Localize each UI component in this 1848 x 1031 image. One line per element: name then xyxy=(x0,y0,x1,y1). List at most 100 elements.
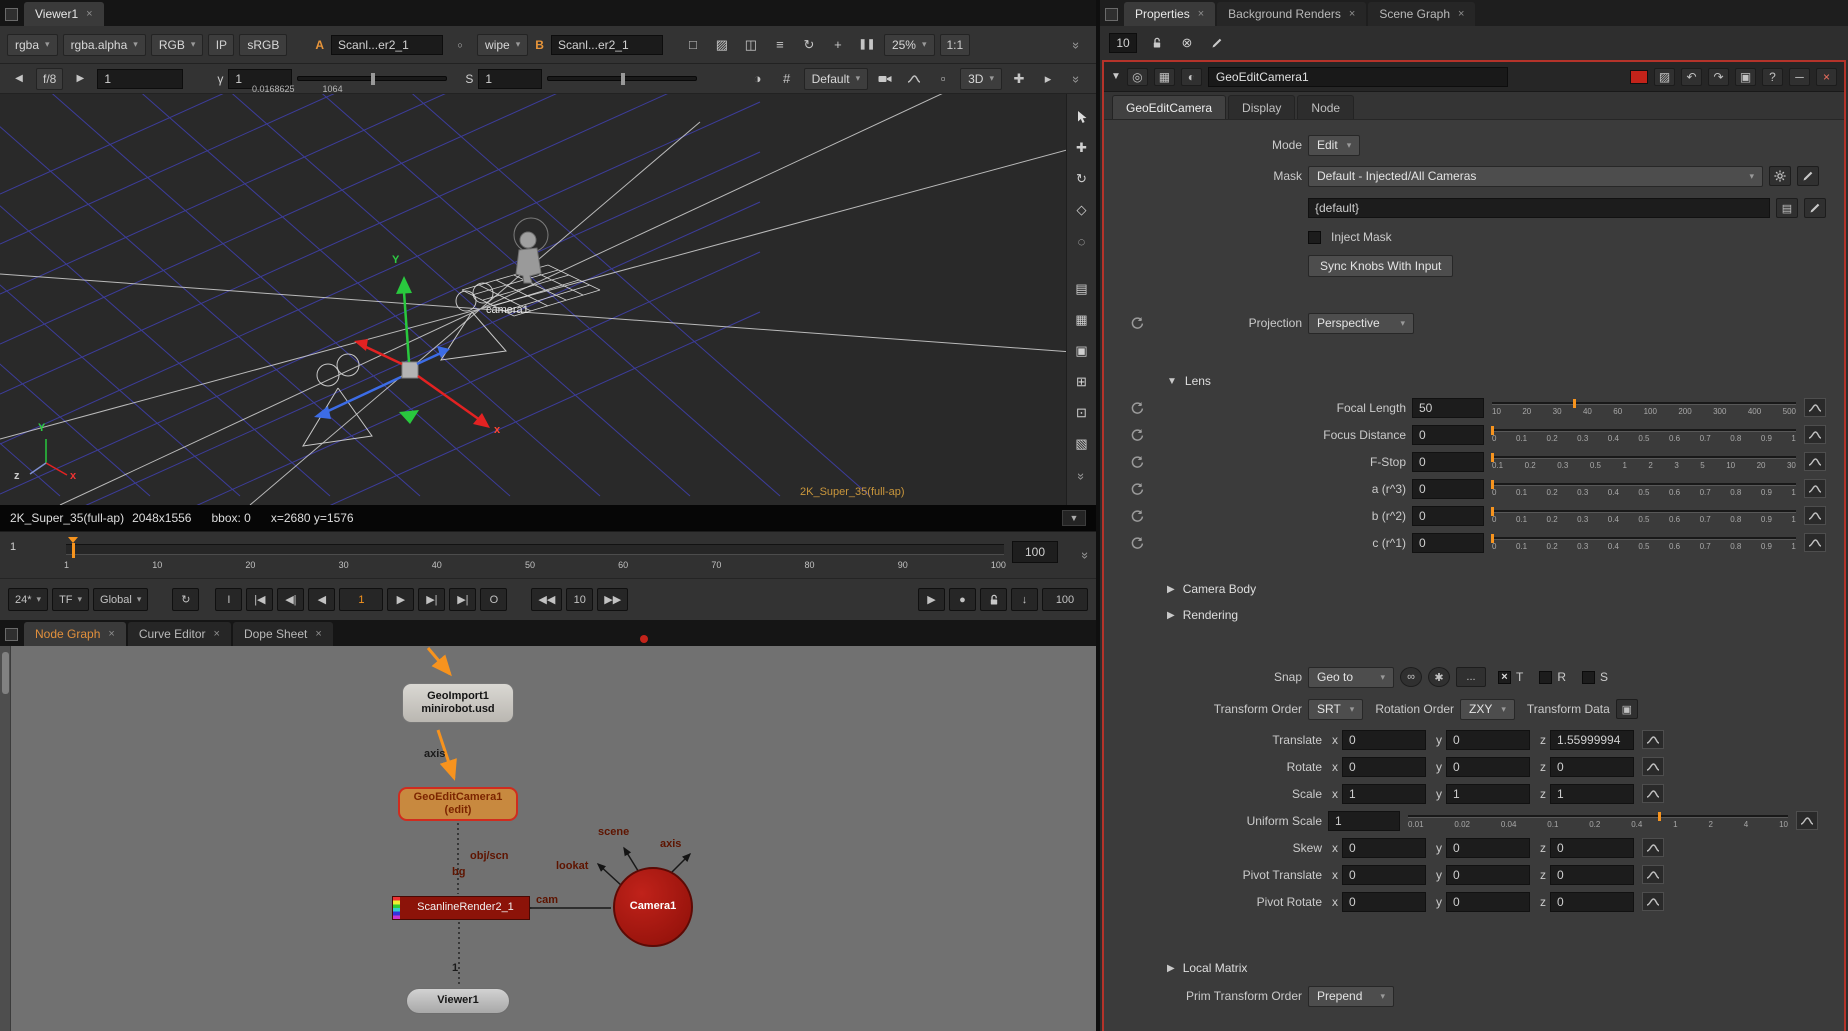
skew-z-field[interactable]: 0 xyxy=(1550,838,1634,858)
transform-order-dropdown[interactable]: SRT▾ xyxy=(1308,699,1363,720)
pivot-translate-z-field[interactable]: 0 xyxy=(1550,865,1634,885)
skew-x-field[interactable]: 0 xyxy=(1342,838,1426,858)
animation-menu-icon[interactable] xyxy=(1130,401,1144,415)
translate-z-field[interactable]: 1.55999994 xyxy=(1550,730,1634,750)
transform-data-icon[interactable]: ▣ xyxy=(1616,699,1638,719)
edit-node-icon[interactable] xyxy=(1207,33,1227,53)
curve-button[interactable] xyxy=(1642,838,1664,857)
wave-icon[interactable] xyxy=(902,68,926,90)
lighting-mode-icon[interactable]: ⊞ xyxy=(1071,371,1093,393)
channel-color-icon[interactable]: ▨ xyxy=(1654,68,1675,86)
download-frames-button[interactable]: ↓ xyxy=(1011,588,1038,611)
inject-mask-checkbox[interactable] xyxy=(1308,231,1321,244)
playhead[interactable] xyxy=(72,543,75,558)
curve-button[interactable] xyxy=(1804,425,1826,444)
shading-mode-icon[interactable]: ▦ xyxy=(1071,309,1093,331)
mask-dropdown[interactable]: Default - Injected/All Cameras▾ xyxy=(1308,166,1763,187)
tab-viewer1[interactable]: Viewer1 × xyxy=(24,2,104,26)
gain-next-icon[interactable]: ▶ xyxy=(68,68,92,90)
b-r2-slider[interactable]: 00.10.20.30.40.50.60.70.80.91 xyxy=(1492,505,1796,527)
input-b-field[interactable]: Scanl...er2_1 xyxy=(551,35,663,55)
close-icon[interactable]: × xyxy=(1198,8,1204,20)
close-icon[interactable]: × xyxy=(1458,8,1464,20)
c-r1-slider[interactable]: 00.10.20.30.40.50.60.70.80.91 xyxy=(1492,532,1796,554)
tab-node-graph[interactable]: Node Graph× xyxy=(24,622,126,646)
alpha-dropdown[interactable]: rgba.alpha▾ xyxy=(63,34,146,56)
snap-more-button[interactable]: ... xyxy=(1456,667,1486,687)
saturation-field[interactable]: 1 xyxy=(478,69,542,89)
uniform-scale-field[interactable]: 1 xyxy=(1328,811,1400,831)
curve-button[interactable] xyxy=(1642,757,1664,776)
tab-dope-sheet[interactable]: Dope Sheet× xyxy=(233,622,333,646)
geo-match-icon[interactable]: ∞ xyxy=(1400,667,1422,687)
tab-background-renders[interactable]: Background Renders× xyxy=(1217,2,1366,26)
channels-dropdown[interactable]: rgba▾ xyxy=(7,34,58,56)
tab-curve-editor[interactable]: Curve Editor× xyxy=(128,622,231,646)
animation-menu-icon[interactable] xyxy=(1130,316,1144,330)
range-dropdown[interactable]: Global▾ xyxy=(93,588,148,611)
fstop-button[interactable]: f/8 xyxy=(36,68,63,90)
viewer-3d-viewport[interactable]: Y x Y x z camera1 2K_Super_35(full-ap) ✚… xyxy=(0,94,1096,505)
select-tool-icon[interactable] xyxy=(1071,106,1093,128)
focus-distance-field[interactable]: 0 xyxy=(1412,425,1484,445)
pivot-rotate-y-field[interactable]: 0 xyxy=(1446,892,1530,912)
checker-overlay-icon[interactable]: ▨ xyxy=(710,34,734,56)
scanline-lines-icon[interactable]: ≡ xyxy=(768,34,792,56)
current-frame-field[interactable]: 1 xyxy=(339,588,383,611)
slider-handle[interactable] xyxy=(371,73,375,85)
f-stop-field[interactable]: 0 xyxy=(1412,452,1484,472)
mask-edit-icon[interactable] xyxy=(1797,166,1819,186)
node-geoimport1[interactable]: GeoImport1 minirobot.usd xyxy=(402,683,514,723)
gamma-slider[interactable] xyxy=(297,76,447,81)
snap-s-checkbox[interactable] xyxy=(1582,671,1595,684)
node-scanlinerender2-1[interactable]: ScanlineRender2_1 xyxy=(392,896,530,920)
curve-button[interactable] xyxy=(1804,398,1826,417)
rotate-z-field[interactable]: 0 xyxy=(1550,757,1634,777)
b-r2-field[interactable]: 0 xyxy=(1412,506,1484,526)
focal-length-slider[interactable]: 1020304060100200300400500 xyxy=(1492,397,1796,419)
animation-menu-icon[interactable] xyxy=(1130,455,1144,469)
animation-menu-icon[interactable] xyxy=(1130,428,1144,442)
clear-panels-icon[interactable]: ⊗ xyxy=(1177,33,1197,53)
info-dropdown-icon[interactable]: ▼ xyxy=(1062,510,1086,526)
goto-end-button[interactable]: ▶| xyxy=(449,588,476,611)
pivot-translate-y-field[interactable]: 0 xyxy=(1446,865,1530,885)
rotation-order-dropdown[interactable]: ZXY▾ xyxy=(1460,699,1515,720)
loop-mode-button[interactable]: ↻ xyxy=(172,588,199,611)
flipbook-button[interactable]: ▶ xyxy=(918,588,945,611)
scale-x-field[interactable]: 1 xyxy=(1342,784,1426,804)
play-button[interactable]: ▶ xyxy=(387,588,414,611)
more-tools-chevron-icon[interactable]: » xyxy=(1065,68,1089,90)
saturation-slider[interactable] xyxy=(547,76,697,81)
node-name-field[interactable]: GeoEditCamera1 xyxy=(1208,67,1508,87)
sync-knobs-button[interactable]: Sync Knobs With Input xyxy=(1308,255,1453,277)
tab-display[interactable]: Display xyxy=(1228,95,1295,119)
snap-r-checkbox[interactable] xyxy=(1539,671,1552,684)
scale-tool-icon[interactable]: ◇ xyxy=(1071,199,1093,221)
jump-forward-button[interactable]: ▶▶ xyxy=(597,588,628,611)
curve-button[interactable] xyxy=(1804,506,1826,525)
timeline-end-field[interactable]: 100 xyxy=(1012,541,1058,563)
in-point-button[interactable]: I xyxy=(215,588,242,611)
mask-gear-icon[interactable] xyxy=(1769,166,1791,186)
pause-icon[interactable]: ❚❚ xyxy=(855,34,879,56)
a-r3-field[interactable]: 0 xyxy=(1412,479,1484,499)
scenegraph-browse-icon[interactable]: ▤ xyxy=(1776,198,1798,218)
prim-transform-order-dropdown[interactable]: Prepend▾ xyxy=(1308,986,1394,1007)
range-end-field[interactable]: 100 xyxy=(1042,588,1088,611)
close-panel-icon[interactable]: × xyxy=(1816,68,1837,86)
tab-properties[interactable]: Properties× xyxy=(1124,2,1215,26)
viewer-mode-dropdown[interactable]: 3D▾ xyxy=(960,68,1002,90)
pane-grip-icon[interactable] xyxy=(1105,8,1118,21)
proxy-toggle-icon[interactable]: ◫ xyxy=(739,34,763,56)
translate-tool-icon[interactable]: ✚ xyxy=(1071,137,1093,159)
tab-node[interactable]: Node xyxy=(1297,95,1354,119)
viewer-lut-dropdown[interactable]: sRGB xyxy=(239,34,287,56)
3d-scene-canvas[interactable] xyxy=(0,94,1096,505)
bulb-icon[interactable]: ◐ xyxy=(1181,68,1202,86)
rotate-tool-icon[interactable]: ↻ xyxy=(1071,168,1093,190)
frame-view-icon[interactable]: ▧ xyxy=(1071,433,1093,455)
animation-menu-icon[interactable] xyxy=(1130,536,1144,550)
marquee-icon[interactable]: ▫ xyxy=(931,68,955,90)
tab-scene-graph[interactable]: Scene Graph× xyxy=(1368,2,1475,26)
